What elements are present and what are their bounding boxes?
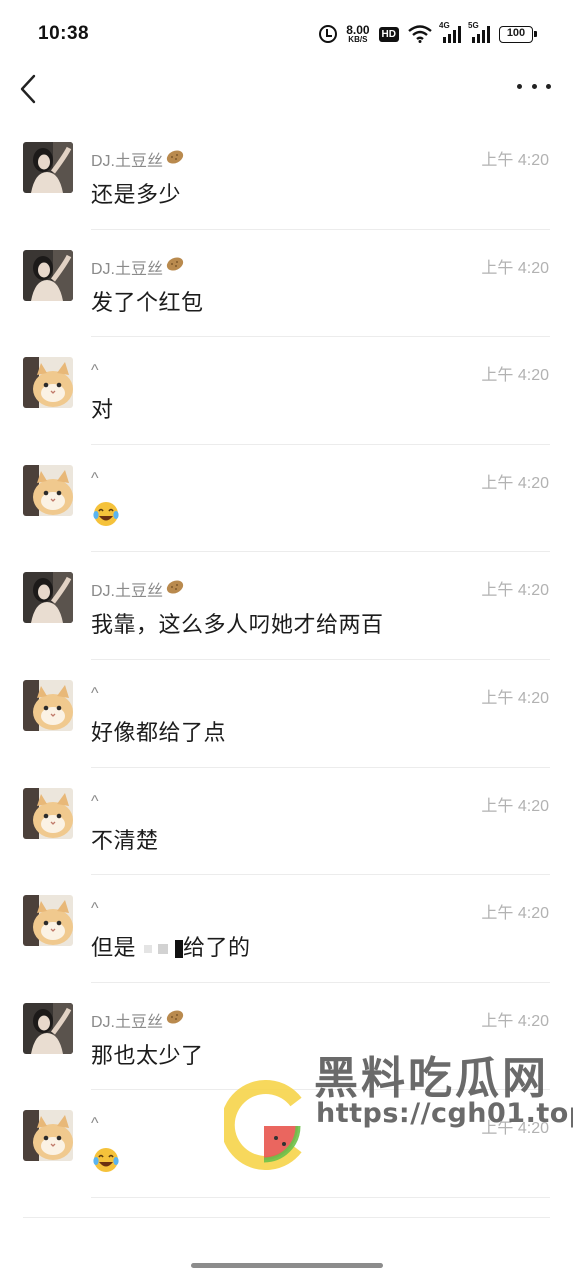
message-item[interactable]: ^ 上午 4:20 对: [0, 337, 573, 445]
watermarkmark-logo: [224, 1080, 302, 1170]
message-sender: ^: [91, 1115, 99, 1133]
avatar-cat[interactable]: [23, 895, 73, 947]
signal-4g-label: 4G: [439, 21, 450, 30]
emoji-laugh-icon: [91, 1145, 121, 1173]
message-time: 上午 4:20: [481, 1012, 549, 1030]
message-sender: DJ.土豆丝: [91, 1008, 185, 1032]
sender-name: ^: [91, 1115, 99, 1133]
potato-emoji-icon: [165, 579, 185, 600]
message-sender: DJ.土豆丝: [91, 577, 185, 601]
sender-name: ^: [91, 362, 99, 380]
message-text: 好像都给了点: [91, 719, 227, 745]
sender-name: DJ.土豆丝: [91, 260, 164, 278]
message-list[interactable]: DJ.土豆丝 上午 4:20 还是多少 DJ.土豆丝 上午 4:20 发了个红包 ^ 上午 4…: [0, 122, 573, 1198]
message-sender: ^: [91, 793, 99, 811]
site-watermark: 黑料吃瓜网 https://cgh01.top: [224, 1040, 573, 1172]
sender-name: ^: [91, 469, 99, 487]
more-dot-icon: [546, 83, 551, 89]
sender-name: ^: [91, 792, 99, 810]
watermark-title: 黑料吃瓜网: [314, 1053, 549, 1104]
home-indicator[interactable]: [191, 1263, 383, 1268]
avatar-cat[interactable]: [23, 1110, 73, 1162]
message-text-after: 给了的: [183, 935, 251, 961]
list-end-divider: [23, 1217, 550, 1218]
avatar-dj-tudousi[interactable]: [23, 249, 73, 301]
message-sender: ^: [91, 362, 99, 380]
hd-voice-icon: HD: [378, 26, 399, 42]
more-options-button[interactable]: [517, 76, 551, 96]
message-sender: DJ.土豆丝: [91, 147, 185, 171]
message-sender: ^: [91, 470, 99, 488]
sender-name: ^: [91, 684, 99, 702]
message-text-before: 但是: [91, 935, 137, 961]
message-item[interactable]: DJ.土豆丝 上午 4:20 还是多少: [0, 122, 573, 230]
potato-emoji-icon: [165, 256, 185, 277]
message-time: 上午 4:20: [481, 259, 549, 277]
message-time: 上午 4:20: [481, 474, 549, 492]
avatar-dj-tudousi[interactable]: [23, 1002, 73, 1054]
watermark-url: https://cgh01.top: [316, 1098, 573, 1129]
signal-4g-icon: 4G: [439, 21, 461, 43]
alarm-icon: [319, 25, 338, 43]
message-time: 上午 4:20: [481, 152, 549, 169]
message-time: 上午 4:20: [481, 797, 549, 815]
potato-emoji-icon: [165, 1009, 185, 1030]
status-time: 10:38: [38, 23, 90, 44]
censor-block: [136, 935, 184, 960]
avatar-cat[interactable]: [23, 679, 73, 731]
sender-name: DJ.土豆丝: [91, 153, 164, 170]
message-time: 上午 4:20: [481, 582, 549, 600]
chevron-left-icon: [20, 74, 36, 104]
avatar-dj-tudousi[interactable]: [23, 142, 73, 193]
net-speed: 8.00 KB/S: [346, 24, 369, 44]
message-item[interactable]: ^ 上午 4:20 不清楚: [0, 768, 573, 876]
message-text: 但是 给了的: [91, 930, 251, 962]
potato-emoji-icon: [165, 149, 185, 170]
nav-bar: [0, 68, 573, 120]
sender-name: ^: [91, 900, 99, 918]
message-time: 上午 4:20: [481, 905, 549, 923]
message-text: 那也太少了: [91, 1042, 204, 1068]
message-item[interactable]: ^ 上午 4:20: [0, 445, 573, 553]
net-speed-unit: KB/S: [348, 35, 368, 44]
sender-name: DJ.土豆丝: [91, 583, 164, 601]
avatar-cat[interactable]: [23, 787, 73, 839]
avatar-cat[interactable]: [23, 357, 73, 409]
more-dot-icon: [531, 83, 537, 89]
message-item[interactable]: ^ 上午 4:20 好像都给了点: [0, 660, 573, 768]
battery-icon: 100: [499, 25, 537, 43]
message-sender: ^: [91, 900, 99, 918]
avatar-cat[interactable]: [23, 464, 73, 516]
wifi-icon: [408, 25, 432, 43]
status-bar: 10:38 8.00 KB/S HD 4G 5G 100: [0, 0, 573, 68]
avatar-dj-tudousi[interactable]: [23, 572, 73, 624]
message-time: 上午 4:20: [481, 689, 549, 707]
emoji-laugh-icon: [91, 500, 121, 528]
message-text: 发了个红包: [91, 289, 204, 315]
sender-name: DJ.土豆丝: [91, 1013, 164, 1031]
message-text: 对: [91, 397, 114, 423]
signal-5g-label: 5G: [468, 21, 479, 30]
message-text: 我靠，这么多人叼她才给两百: [91, 612, 384, 638]
message-time: 上午 4:20: [481, 367, 549, 385]
more-dot-icon: [517, 83, 522, 89]
message-item[interactable]: DJ.土豆丝 上午 4:20 我靠，这么多人叼她才给两百: [0, 552, 573, 660]
status-icons: 8.00 KB/S HD 4G 5G 100: [319, 21, 537, 46]
message-item[interactable]: ^ 上午 4:20 但是 给了的: [0, 875, 573, 983]
message-item[interactable]: DJ.土豆丝 上午 4:20 发了个红包: [0, 230, 573, 338]
message-text: 还是多少: [91, 182, 182, 207]
message-text: 不清楚: [91, 827, 159, 853]
back-button[interactable]: [14, 72, 44, 106]
message-sender: ^: [91, 685, 99, 703]
signal-5g-icon: 5G: [468, 21, 490, 43]
message-sender: DJ.土豆丝: [91, 255, 185, 279]
